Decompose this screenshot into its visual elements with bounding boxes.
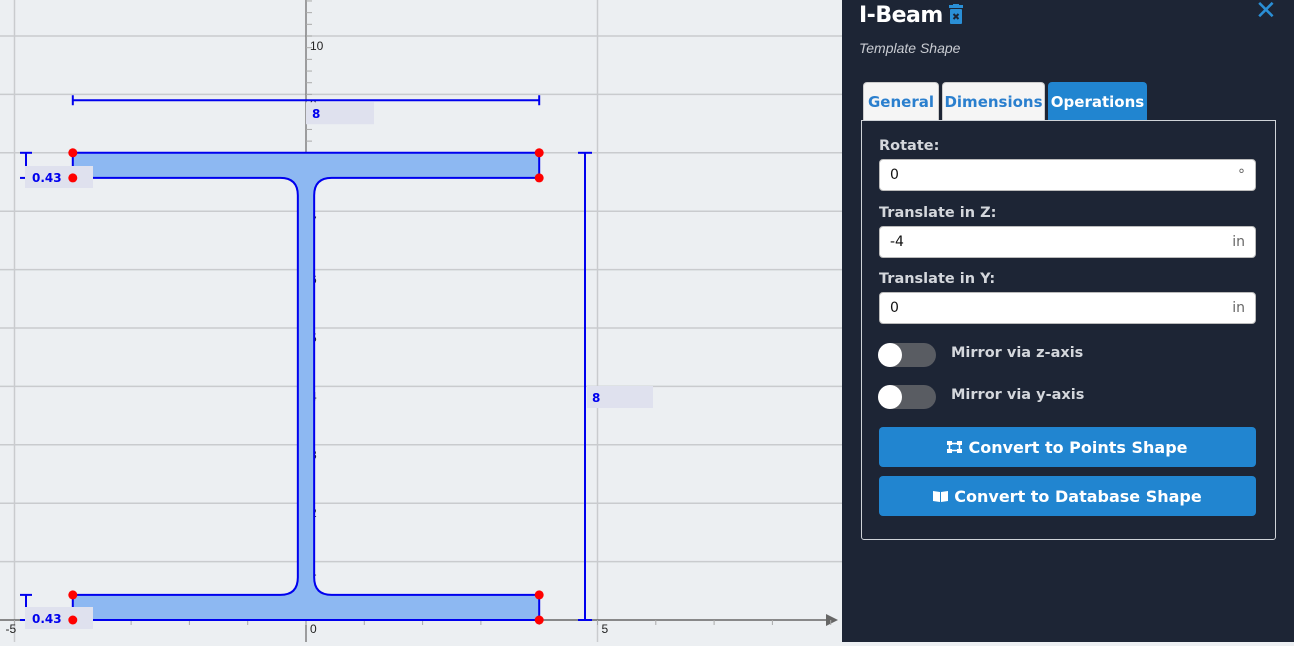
vector-points-icon [947, 441, 963, 453]
properties-panel: I-Beam ✕ Template Shape General Dimensio… [842, 0, 1294, 642]
x-tick-label: 5 [602, 622, 609, 636]
shape-subtitle: Template Shape [859, 40, 961, 56]
toggle-knob [878, 343, 902, 367]
plot-svg[interactable]: -50512345678910 880.430.43 [0, 0, 842, 642]
translate-y-unit: in [1232, 300, 1245, 316]
toggle-knob [878, 385, 902, 409]
rotate-value[interactable]: 0 [890, 167, 1238, 183]
vertex-point[interactable] [68, 173, 78, 183]
book-icon [933, 491, 949, 502]
translate-y-value[interactable]: 0 [890, 300, 1232, 316]
translate-y-label: Translate in Y: [879, 271, 996, 287]
vertex-point[interactable] [68, 590, 78, 600]
x-tick-label: 0 [310, 622, 317, 636]
translate-y-input[interactable]: 0 in [879, 292, 1256, 324]
dimension-label-top_width: 8 [312, 107, 320, 121]
translate-z-value[interactable]: -4 [890, 234, 1232, 250]
shape-title: I-Beam [859, 3, 943, 28]
vertex-point[interactable] [534, 590, 544, 600]
rotate-label: Rotate: [879, 138, 940, 154]
convert-to-database-button[interactable]: Convert to Database Shape [879, 476, 1256, 516]
translate-z-input[interactable]: -4 in [879, 226, 1256, 258]
trash-icon[interactable] [948, 4, 964, 24]
dimension-label-bottom_flange: 0.43 [32, 612, 62, 626]
mirror-z-label: Mirror via z-axis [951, 345, 1084, 361]
tab-operations[interactable]: Operations [1048, 82, 1147, 121]
mirror-y-toggle[interactable] [878, 385, 936, 409]
convert-to-database-label: Convert to Database Shape [954, 486, 1202, 506]
mirror-y-label: Mirror via y-axis [951, 387, 1085, 403]
convert-to-points-label: Convert to Points Shape [968, 437, 1188, 457]
translate-z-unit: in [1232, 234, 1245, 250]
x-axis-arrow [826, 614, 838, 626]
convert-to-points-button[interactable]: Convert to Points Shape [879, 427, 1256, 467]
rotate-unit: ° [1238, 167, 1245, 183]
drawing-canvas[interactable]: -50512345678910 880.430.43 [0, 0, 842, 642]
vertex-point[interactable] [534, 148, 544, 158]
rotate-input[interactable]: 0 ° [879, 159, 1256, 191]
x-tick-label: -5 [6, 622, 17, 636]
dimension-label-top_flange: 0.43 [32, 171, 62, 185]
vertex-point[interactable] [68, 148, 78, 158]
tab-dimensions[interactable]: Dimensions [942, 82, 1045, 121]
vertex-point[interactable] [68, 615, 78, 625]
translate-z-label: Translate in Z: [879, 205, 997, 221]
close-icon[interactable]: ✕ [1255, 0, 1277, 24]
y-tick-label: 10 [310, 39, 324, 53]
tab-general[interactable]: General [863, 82, 939, 121]
vertex-point[interactable] [534, 615, 544, 625]
dimension-label-right_depth: 8 [592, 391, 600, 405]
mirror-z-toggle[interactable] [878, 343, 936, 367]
vertex-point[interactable] [534, 173, 544, 183]
